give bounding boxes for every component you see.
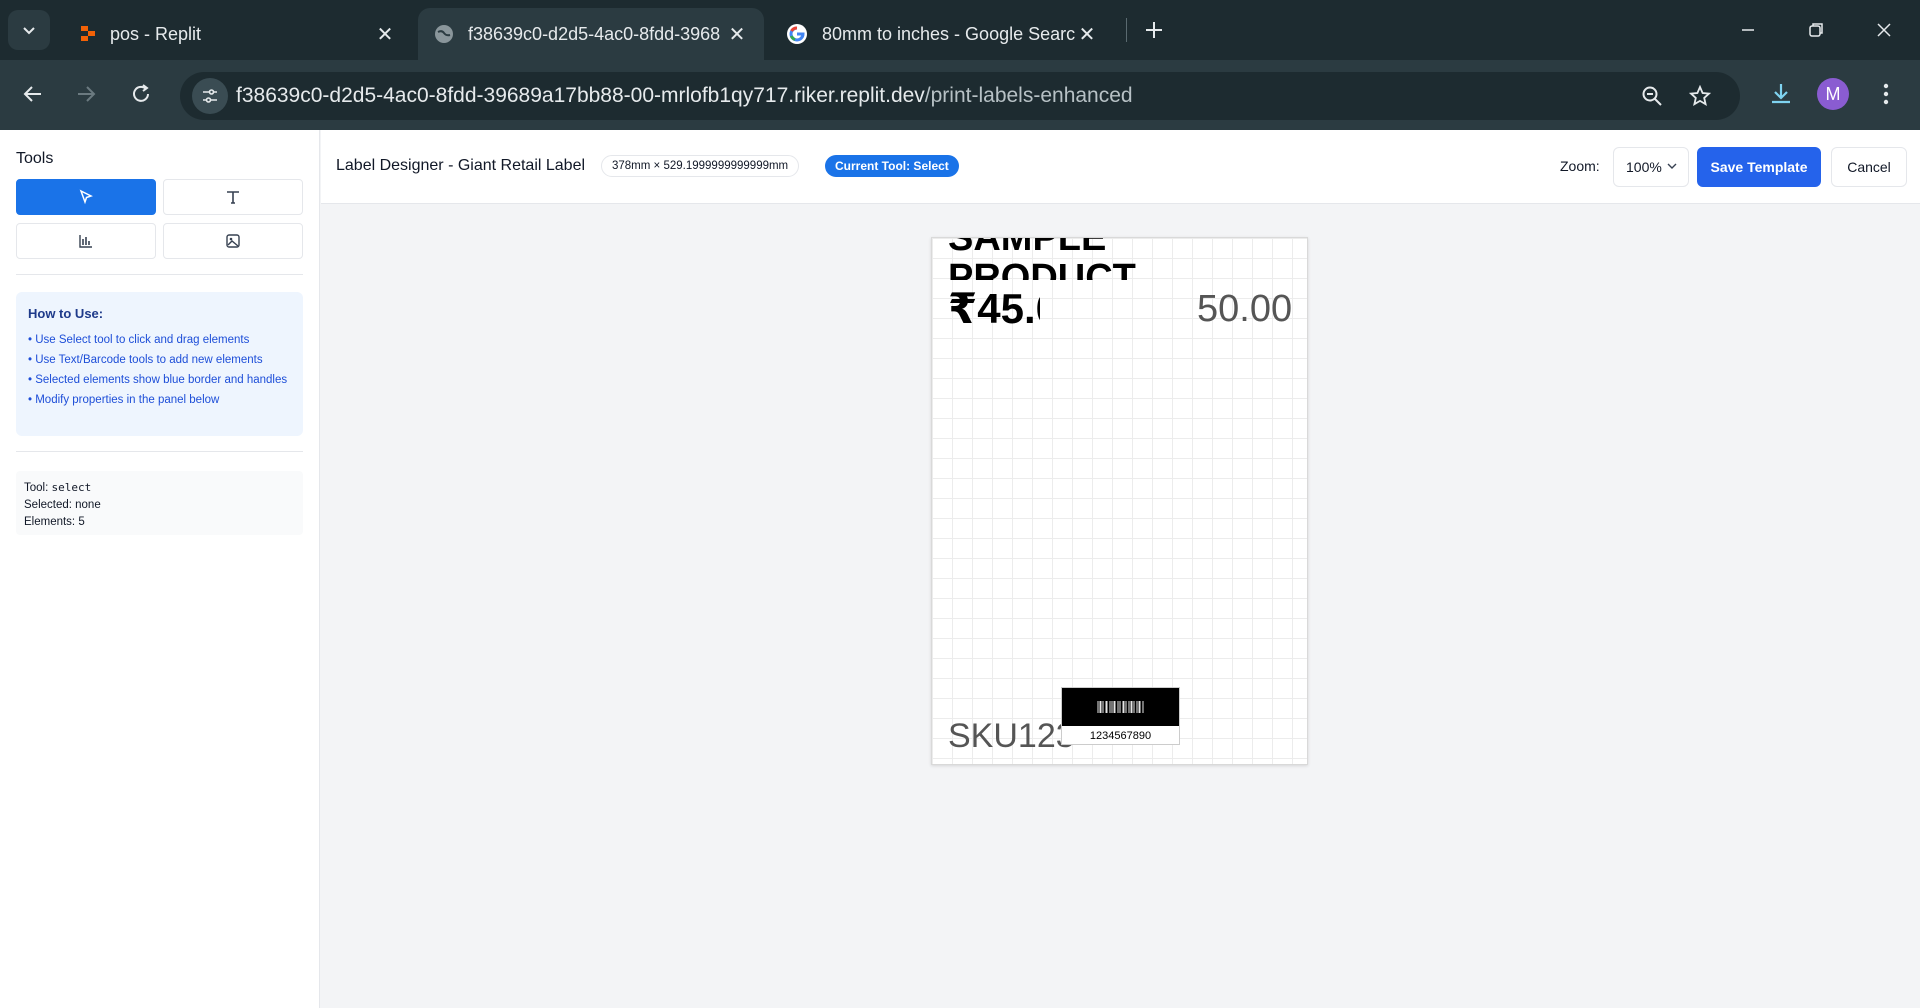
zoom-select[interactable]: 100%: [1613, 147, 1689, 187]
new-tab-button[interactable]: [1138, 14, 1170, 46]
tab-replit[interactable]: pos - Replit ✕: [62, 8, 412, 60]
status-tool-label: Tool:: [24, 482, 52, 494]
close-icon[interactable]: ✕: [726, 23, 748, 46]
browser-menu-button[interactable]: [1866, 74, 1906, 114]
save-template-button[interactable]: Save Template: [1697, 147, 1821, 187]
label-canvas[interactable]: SAMPLE PRODUCT ₹45.00 50.00 SKU123 12345…: [931, 237, 1308, 765]
current-tool-badge: Current Tool: Select: [825, 155, 959, 177]
replit-logo-icon: [81, 26, 95, 41]
plus-icon: [1146, 22, 1162, 38]
how-to-item: • Use Select tool to click and drag elem…: [28, 334, 250, 346]
designer-header: Label Designer - Giant Retail Label 378m…: [321, 130, 1920, 204]
more-vertical-icon: [1883, 83, 1889, 105]
label-designer-app: Tools How to Use: • Use Select tool to c…: [0, 130, 1920, 1008]
barcode-bars: [1062, 688, 1179, 726]
image-tool-button[interactable]: [163, 223, 303, 259]
arrow-left-icon: [23, 86, 41, 102]
minimize-icon: [1742, 29, 1754, 31]
zoom-value: 100%: [1626, 159, 1662, 175]
tab-title: pos - Replit: [110, 23, 202, 44]
cursor-icon: [79, 189, 93, 205]
tools-sidebar: Tools How to Use: • Use Select tool to c…: [0, 130, 320, 1008]
how-to-use-panel: How to Use: • Use Select tool to click a…: [16, 292, 303, 436]
profile-avatar[interactable]: M: [1817, 78, 1849, 110]
cancel-button[interactable]: Cancel: [1831, 147, 1907, 187]
status-elements: Elements: 5: [24, 516, 85, 528]
restore-button[interactable]: [1794, 8, 1838, 52]
forward-button[interactable]: [66, 74, 106, 114]
star-icon: [1689, 85, 1711, 107]
address-bar[interactable]: f38639c0-d2d5-4ac0-8fdd-39689a17bb88-00-…: [180, 72, 1740, 120]
how-to-item: • Use Text/Barcode tools to add new elem…: [28, 354, 263, 366]
minimize-button[interactable]: [1726, 8, 1770, 52]
chevron-down-icon: [23, 27, 35, 35]
dimensions-badge: 378mm × 529.1999999999999mm: [601, 155, 800, 177]
tab-separator: [1126, 18, 1127, 42]
browser-tab-bar: pos - Replit ✕ f38639c0-d2d5-4ac0-8fdd-3…: [0, 0, 1920, 60]
url-path: /print-labels-enhanced: [924, 84, 1133, 107]
tab-title: f38639c0-d2d5-4ac0-8fdd-3968: [468, 23, 721, 44]
url-text: f38639c0-d2d5-4ac0-8fdd-39689a17bb88-00-…: [236, 84, 1133, 108]
how-to-title: How to Use:: [28, 306, 104, 321]
url-host: f38639c0-d2d5-4ac0-8fdd-39689a17bb88-00-…: [236, 84, 925, 107]
sku-element[interactable]: SKU123: [948, 716, 1078, 756]
how-to-list: • Use Select tool to click and drag elem…: [28, 333, 291, 408]
chevron-down-icon: [1667, 163, 1677, 169]
zoom-out-icon: [1642, 86, 1662, 106]
how-to-item: • Selected elements show blue border and…: [28, 374, 288, 386]
status-tool: Tool: select: [24, 479, 295, 497]
bookmark-button[interactable]: [1684, 80, 1716, 112]
zoom-label: Zoom:: [1560, 158, 1600, 174]
status-selected: Selected: none: [24, 499, 101, 511]
image-icon: [226, 234, 240, 248]
status-tool-value: select: [51, 481, 92, 494]
barcode-number: 1234567890: [1089, 730, 1152, 742]
status-panel: Tool: select Selected: none Elements: 5: [16, 471, 303, 535]
design-canvas-area: SAMPLE PRODUCT ₹45.00 50.00 SKU123 12345…: [321, 204, 1920, 1008]
divider: [16, 274, 303, 275]
google-logo-icon: [787, 24, 807, 44]
reload-icon: [133, 84, 149, 102]
page-title: Label Designer - Giant Retail Label: [336, 157, 586, 174]
restore-icon: [1809, 23, 1823, 37]
text-icon: [227, 191, 239, 204]
mrp-element[interactable]: 50.00: [1197, 286, 1292, 332]
price-element[interactable]: ₹45.00: [948, 285, 1040, 333]
tab-search-button[interactable]: [8, 10, 50, 50]
zoom-indicator-button[interactable]: [1636, 80, 1668, 112]
barcode-tool-button[interactable]: [16, 223, 156, 259]
site-info-icon[interactable]: [192, 78, 228, 114]
tab-label-designer[interactable]: f38639c0-d2d5-4ac0-8fdd-3968 ✕: [418, 8, 764, 60]
downloads-button[interactable]: [1761, 74, 1801, 114]
browser-toolbar: f38639c0-d2d5-4ac0-8fdd-39689a17bb88-00-…: [0, 60, 1920, 130]
text-tool-button[interactable]: [163, 179, 303, 215]
product-name-element[interactable]: SAMPLE PRODUCT: [948, 238, 1168, 280]
tab-google-search[interactable]: 80mm to inches - Google Search ✕: [770, 8, 1114, 60]
barcode-icon: [1097, 701, 1143, 713]
barcode-icon: [79, 235, 92, 248]
barcode-element[interactable]: 1234567890: [1061, 687, 1180, 745]
download-icon: [1772, 84, 1790, 104]
close-window-button[interactable]: [1862, 8, 1906, 52]
select-tool-button[interactable]: [16, 179, 156, 215]
close-icon[interactable]: ✕: [374, 23, 396, 46]
divider: [16, 451, 303, 452]
reload-button[interactable]: [121, 74, 161, 114]
how-to-item: • Modify properties in the panel below: [28, 394, 220, 406]
back-button[interactable]: [13, 74, 53, 114]
close-icon[interactable]: ✕: [1076, 23, 1098, 46]
tab-title: 80mm to inches - Google Search: [822, 23, 1076, 44]
arrow-right-icon: [78, 86, 96, 102]
tools-title: Tools: [16, 150, 54, 167]
globe-icon: [435, 25, 453, 43]
close-icon: [1877, 23, 1891, 37]
